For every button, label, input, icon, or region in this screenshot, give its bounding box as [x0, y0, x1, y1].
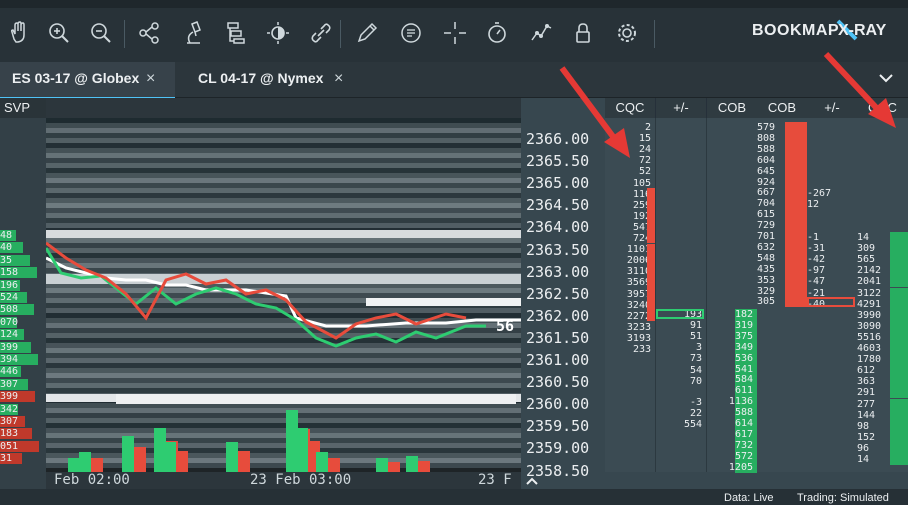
annotation-arrows — [559, 51, 896, 158]
arrow-annotation — [823, 51, 896, 128]
arrow-annotation — [559, 66, 630, 158]
